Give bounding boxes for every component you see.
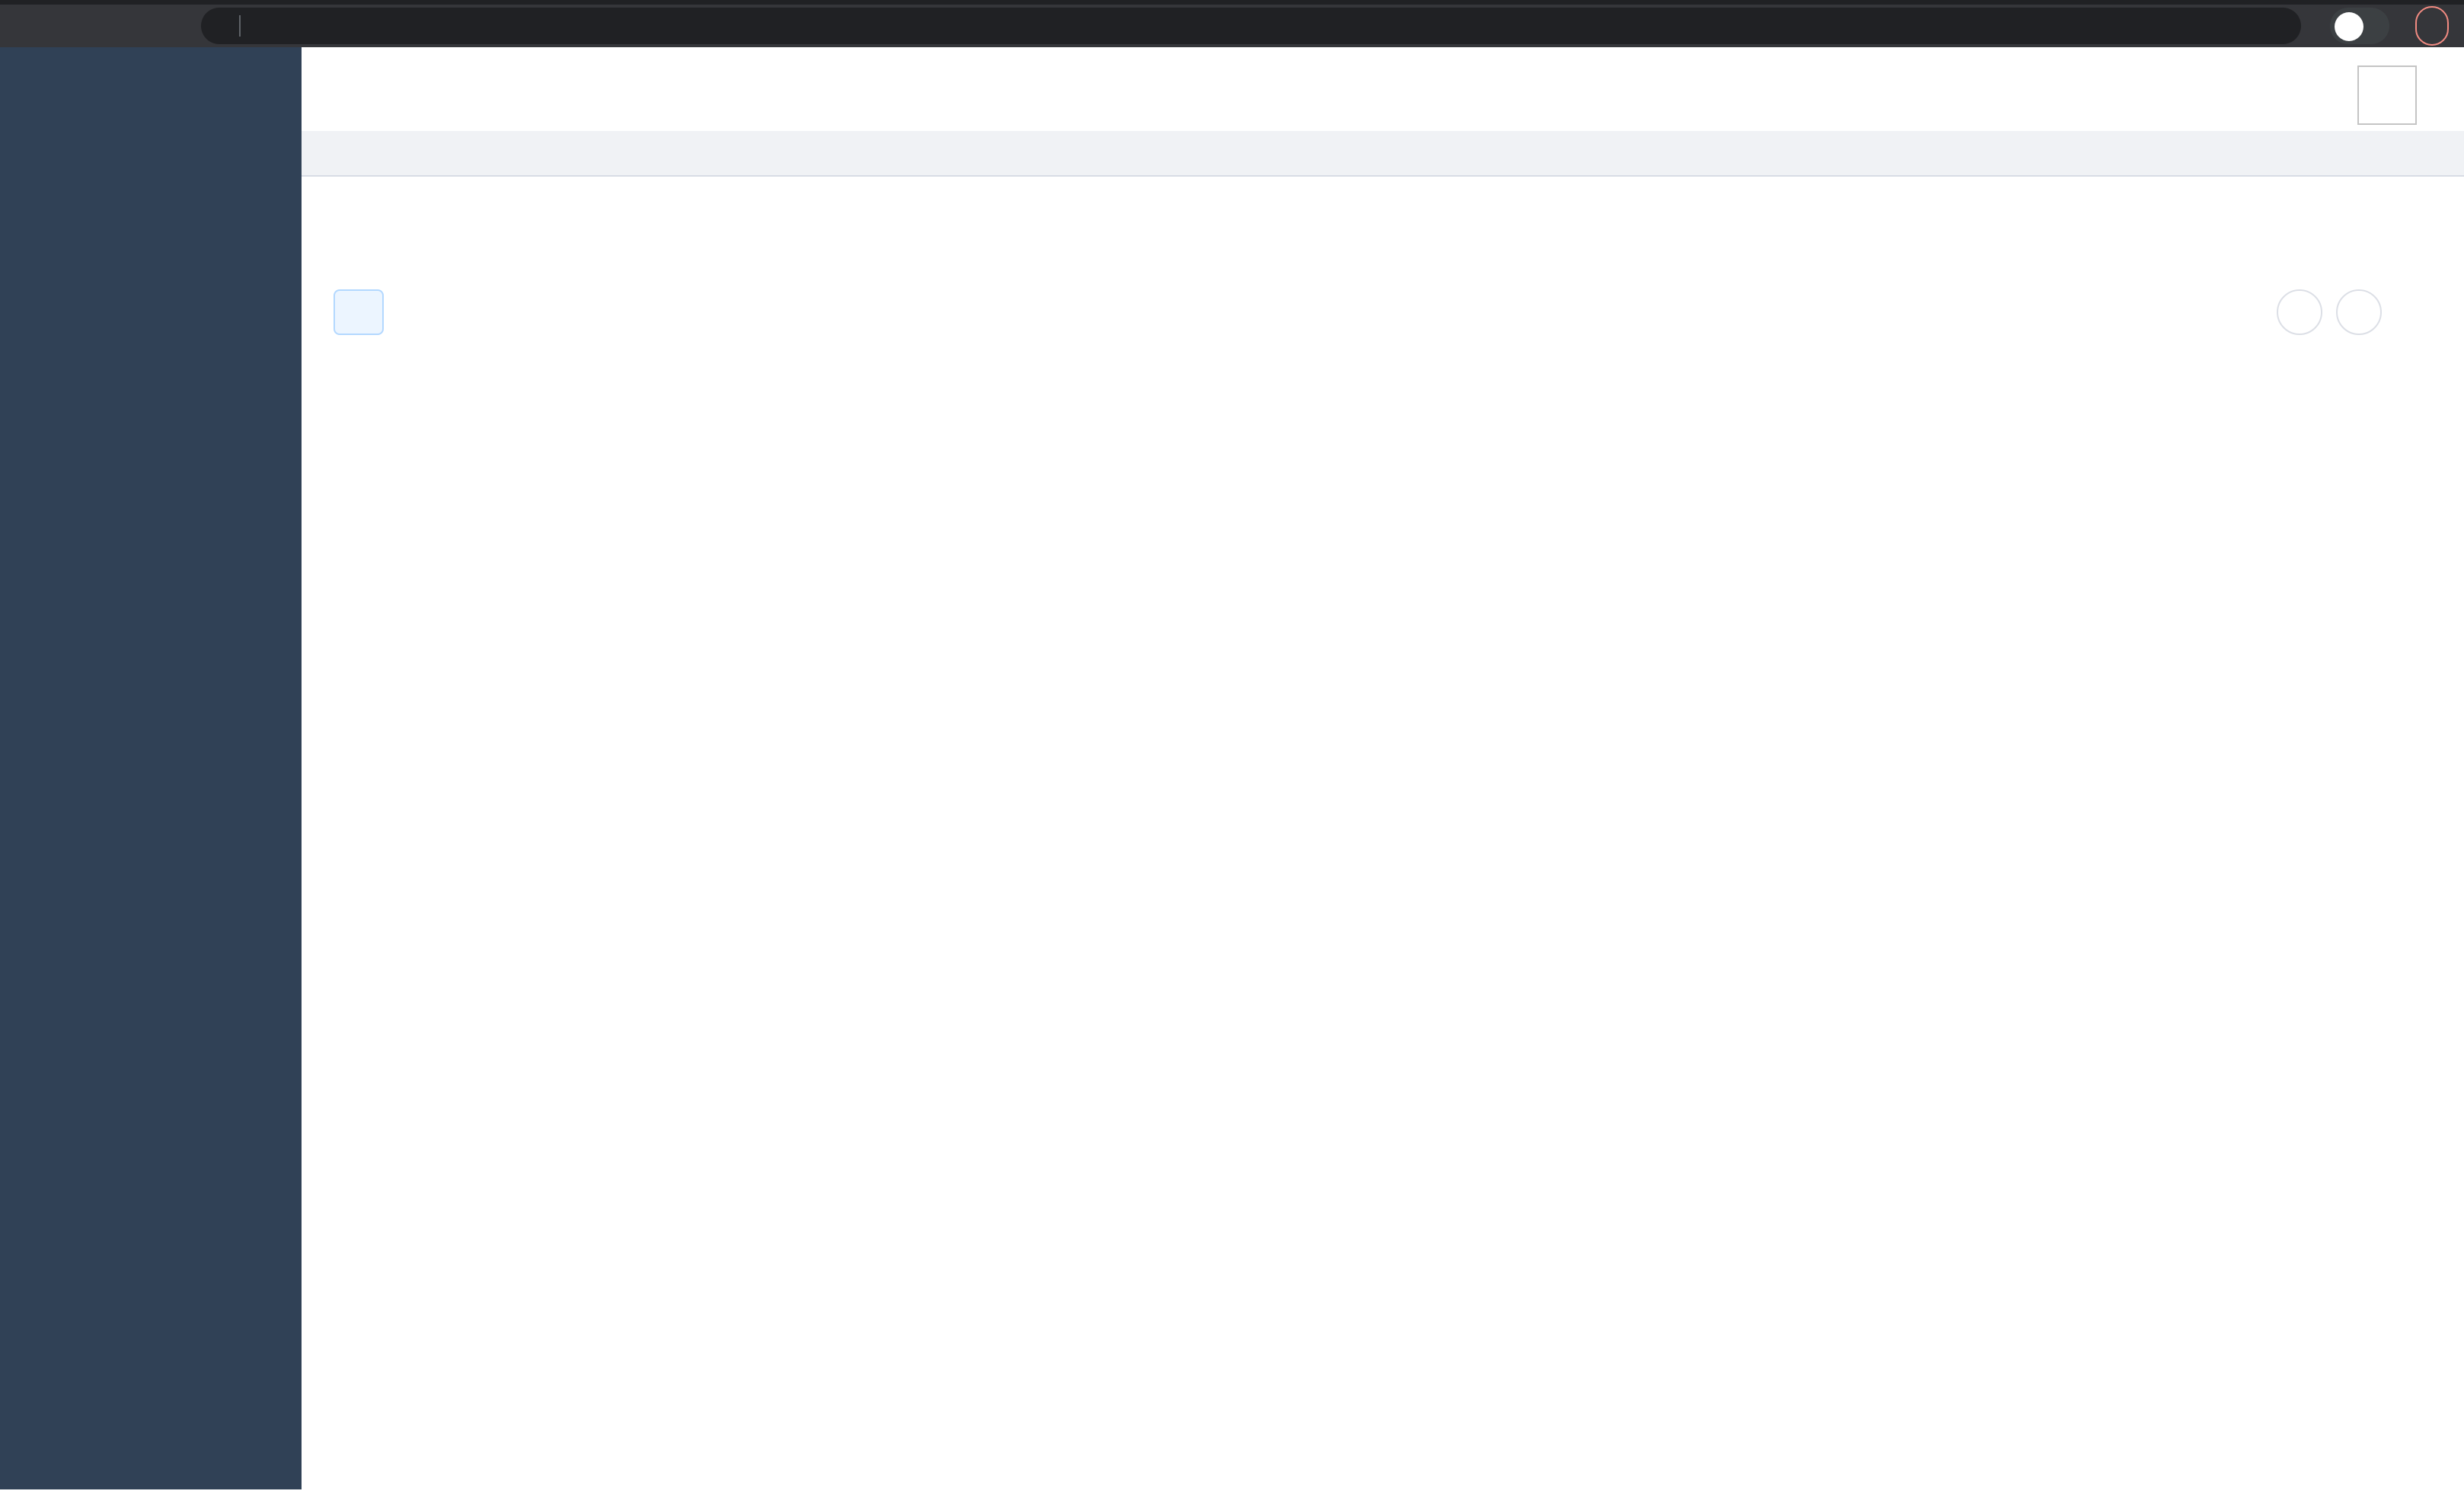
address-bar[interactable] [201,8,2301,44]
show-search-button[interactable] [2277,289,2322,335]
incognito-badge [2330,8,2389,44]
refresh-button[interactable] [2336,289,2382,335]
topbar [302,47,2464,131]
reload-icon[interactable] [97,11,128,41]
create-process-button[interactable] [334,289,384,335]
divider [239,15,241,37]
forward-icon[interactable] [56,11,87,41]
avatar[interactable] [2357,65,2417,125]
tab-bar [302,131,2464,177]
update-button[interactable] [2415,6,2449,46]
browser-chrome [0,0,2464,47]
app-logo [0,47,302,131]
table-toolbar [334,289,2443,335]
back-icon[interactable] [15,11,46,41]
page-content [302,177,2464,1489]
screenshot-root [0,0,2464,1494]
home-icon[interactable] [139,11,169,41]
sidebar [0,47,302,1489]
